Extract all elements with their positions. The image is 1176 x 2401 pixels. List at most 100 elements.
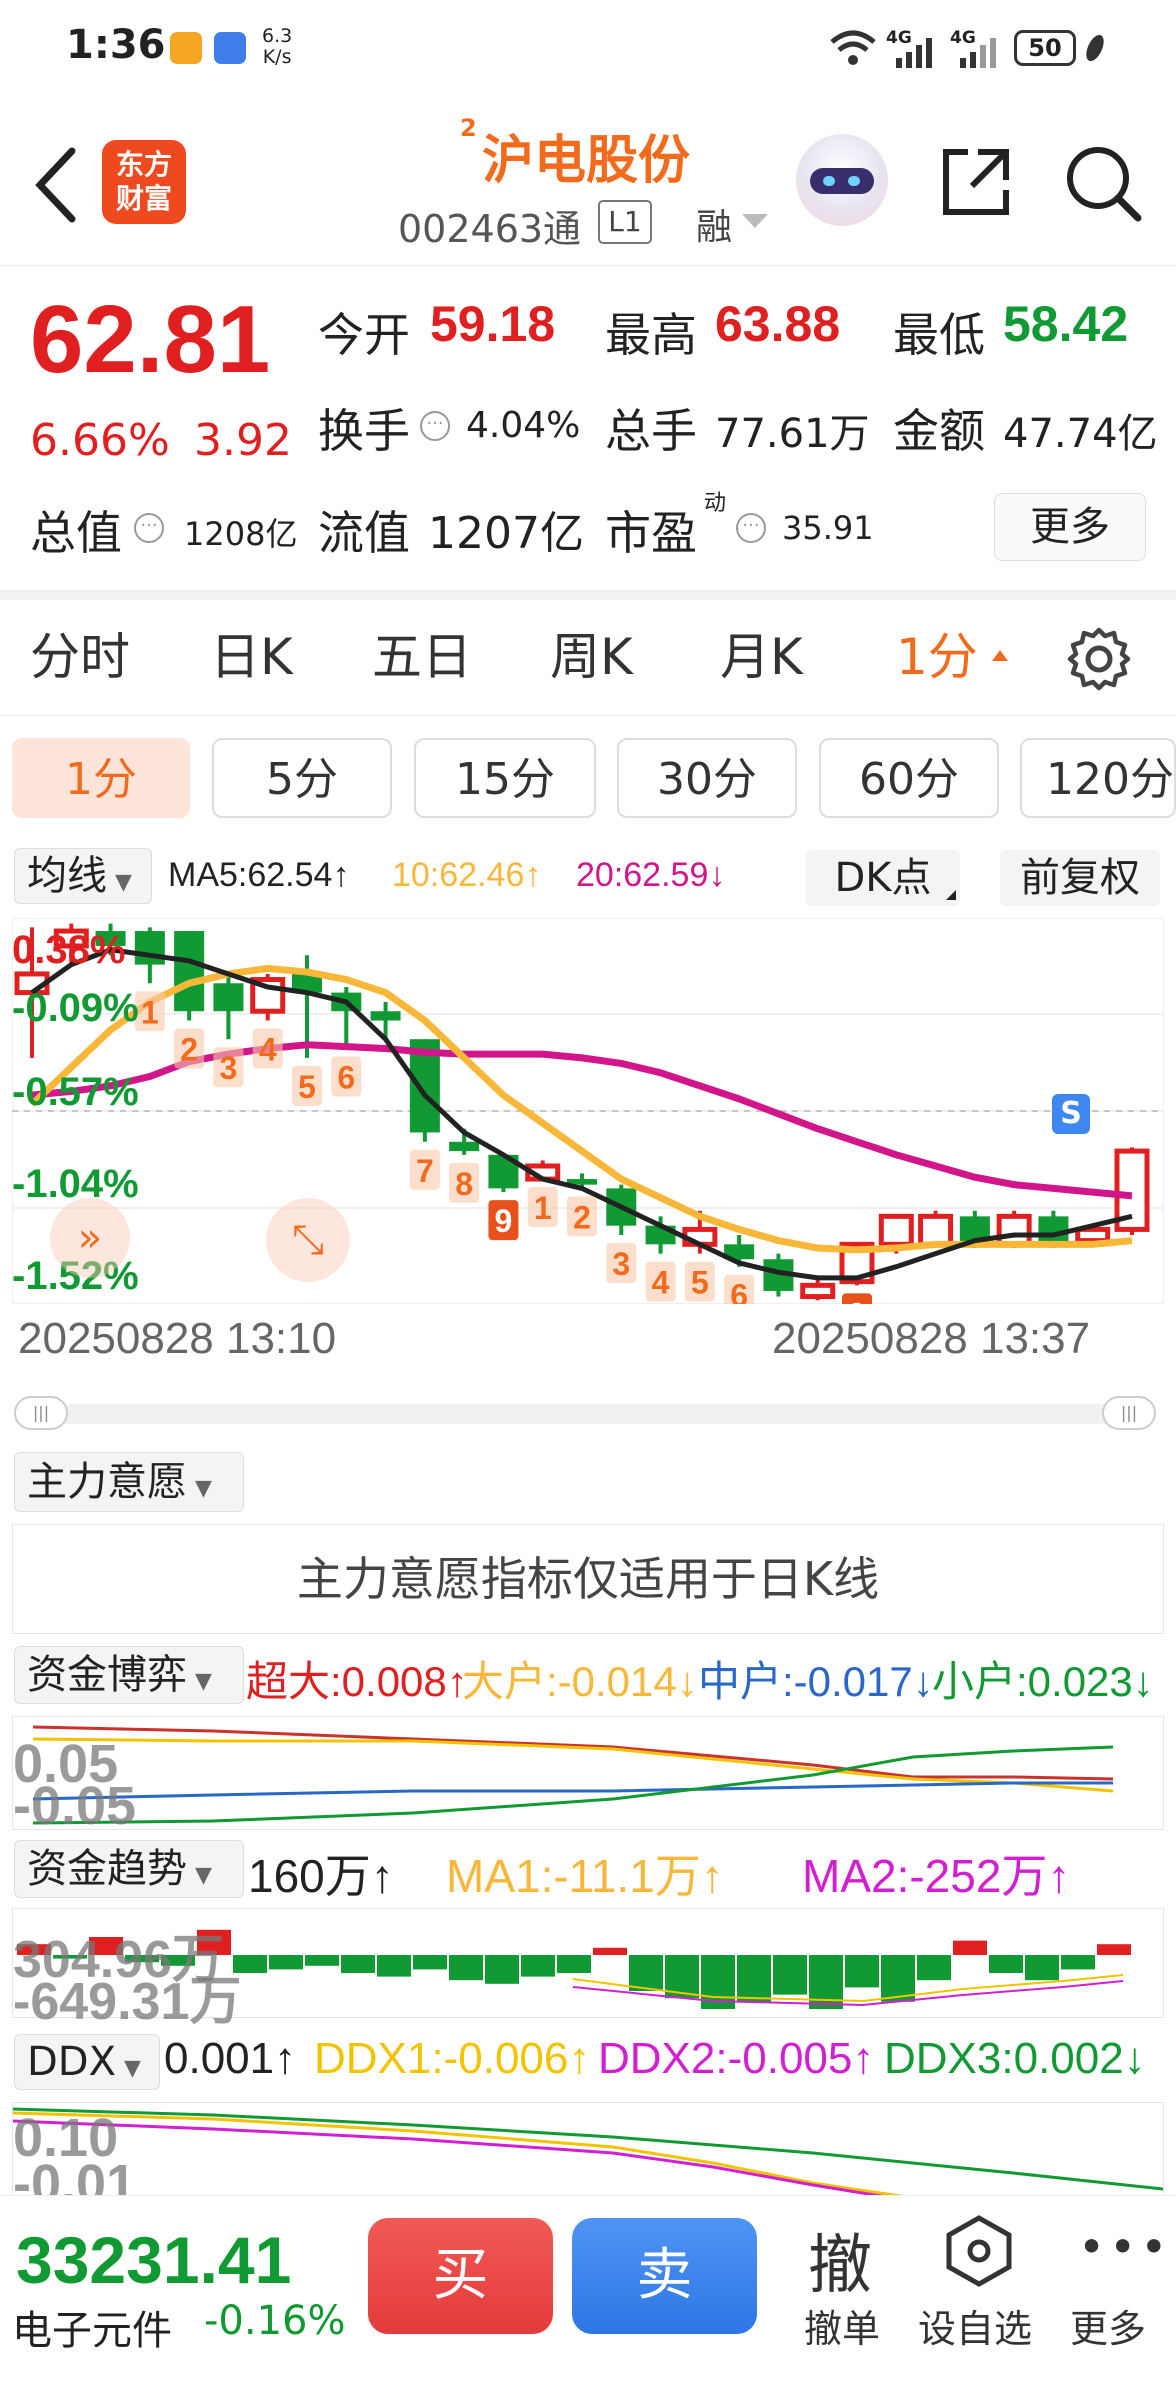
expand-sidebar-icon[interactable]: » [50,1198,130,1278]
add-watchlist-label[interactable]: 设自选 [918,2298,1032,2353]
range-slider-right-handle[interactable]: ||| [1102,1396,1156,1430]
shield-notification-icon [214,32,246,64]
buy-button[interactable]: 买 [368,2218,553,2334]
main-force-dropdown-label: 主力意愿 [27,1459,187,1505]
candle-body [1075,1226,1111,1244]
tab-minute-caret-icon[interactable] [992,650,1008,661]
volume-value: 77.61万 [715,411,870,457]
candle-body [878,1213,914,1247]
fullscreen-icon[interactable]: ⤡ [266,1198,350,1282]
mktcap-value: 1208亿 [184,515,298,553]
main-force-notice: 主力意愿指标仅适用于日K线 [12,1524,1164,1634]
capital-trend-bar [1061,1955,1095,1970]
capital-trend-bar [953,1940,987,1955]
sell-button[interactable]: 卖 [572,2218,757,2334]
period-30min[interactable]: 30分 [617,738,797,818]
signal-1-icon [896,38,932,68]
main-force-dropdown[interactable]: 主力意愿 ▼ [14,1452,244,1512]
ma10-legend: 10:62.46↑ [392,856,542,894]
td-count-label: 4 [259,1032,277,1068]
turnover-info-icon[interactable]: ··· [420,411,450,441]
sell-signal-badge[interactable]: S [1052,1094,1090,1134]
net-speed-unit: K/s [262,46,292,68]
period-5min[interactable]: 5分 [212,738,392,818]
share-icon[interactable] [938,144,1014,220]
range-slider-track[interactable] [30,1404,1140,1424]
kline-chart[interactable]: 123456789123456789 0.38% -0.09% -0.57% -… [12,918,1164,1304]
mktcap-info-icon[interactable]: ··· [134,513,164,543]
open-value: 59.18 [430,296,556,352]
capital-trend-bar [593,1947,627,1955]
large-legend: 大户:-0.014↓ [462,1658,698,1705]
capital-trend-bar [845,1955,879,1988]
cancel-order-label[interactable]: 撤单 [804,2298,880,2353]
y-axis-label-2: -0.09% [12,986,139,1030]
td-count-label: 8 [455,1166,473,1202]
float-value: 1207亿 [428,508,584,559]
capital-trend-bar [1097,1944,1131,1955]
capital-trend-dropdown[interactable]: 资金趋势 ▼ [14,1840,244,1898]
tab-weekly-k[interactable]: 周K [550,600,633,715]
capital-trend-bar [305,1955,339,1966]
ddx-axis-bottom: -0.01 [13,2154,137,2195]
tab-five-day[interactable]: 五日 [372,600,472,715]
nav-bar: 东方 财富 2 沪电股份 002463通 L1 融 [0,100,1176,266]
capital-trend-ma1: MA1:-11.1万↑ [446,1850,724,1902]
capital-trend-bar [629,1955,663,1991]
pe-info-icon[interactable]: ··· [736,513,766,543]
td-count-label: 5 [691,1265,709,1301]
capital-trend-bar [1025,1955,1059,1981]
sector-index-value[interactable]: 33231.41 [16,2222,291,2298]
y-axis-label-3: -0.57% [12,1070,139,1114]
period-60min[interactable]: 60分 [819,738,999,818]
more-quote-button[interactable]: 更多 [994,493,1146,561]
broker-logo[interactable]: 东方 财富 [102,140,186,224]
period-1min[interactable]: 1分 [12,738,190,818]
tab-intraday[interactable]: 分时 [30,600,130,715]
search-icon[interactable] [1062,142,1144,224]
ddx-dropdown[interactable]: DDX ▼ [14,2034,160,2090]
add-watchlist-icon[interactable] [944,2214,1014,2288]
ddx3-legend: DDX3:0.002↓ [884,2034,1146,2083]
capital-game-dropdown[interactable]: 资金博弈 ▼ [14,1646,244,1704]
low-value: 58.42 [1003,296,1129,352]
stock-code: 002463通 [398,207,582,251]
period-120min[interactable]: 120分 [1020,738,1176,818]
td-count-label: 4 [652,1265,670,1301]
td-count-label: 2 [180,1032,198,1068]
capital-trend-bar [269,1955,303,1970]
td-count-label: 1 [141,994,159,1030]
mktcap-label: 总值 [30,506,122,560]
settings-gear-icon[interactable] [1066,626,1132,692]
wifi-icon [830,30,876,65]
tab-minute[interactable]: 1分 [896,600,978,715]
dk-point-button[interactable]: DK点 [806,850,960,906]
ddx-svg [13,2107,1163,2195]
chevron-down-icon: ▼ [195,1476,212,1501]
capital-trend-bar [989,1955,1023,1973]
ddx-chart: 0.10 -0.01 [12,2102,1164,2195]
capital-trend-bar [521,1955,555,1977]
more-dots-icon[interactable]: ••• [1078,2220,1171,2274]
tab-daily-k[interactable]: 日K [210,600,293,715]
range-slider-left-handle[interactable]: ||| [14,1396,68,1430]
adjust-button[interactable]: 前复权 [1000,850,1160,906]
margin-badge[interactable]: 融 [696,198,732,250]
high-label: 最高 [605,308,697,362]
td-count-label: 3 [220,1050,238,1086]
ma-dropdown[interactable]: 均线 ▼ [14,848,152,904]
more-label[interactable]: 更多 [1070,2298,1146,2353]
robot-assistant-icon[interactable] [796,134,888,226]
cancel-order-icon[interactable]: 撤 [808,2214,872,2306]
status-bar: 1:36 6.3 K/s 4G 4G 50 [0,0,1176,100]
candle-body [134,931,165,965]
pe-label: 市盈 [605,506,697,560]
ma-dropdown-label: 均线 [27,853,107,899]
period-15min[interactable]: 15分 [414,738,596,818]
capital-game-axis-bottom: -0.05 [13,1776,137,1836]
back-icon[interactable] [30,145,80,225]
capital-game-dropdown-label: 资金博弈 [27,1652,187,1698]
margin-dropdown-caret-icon[interactable] [742,214,768,228]
tab-monthly-k[interactable]: 月K [720,600,803,715]
stock-name[interactable]: 沪电股份 [482,118,690,193]
